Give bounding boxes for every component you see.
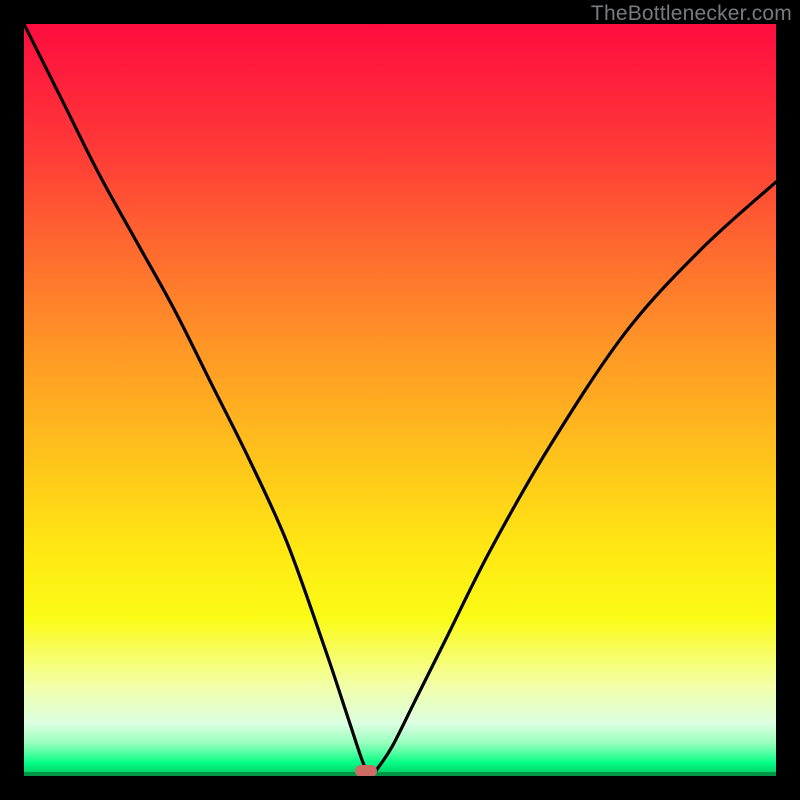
curve-svg bbox=[24, 24, 776, 776]
minimum-marker bbox=[355, 765, 377, 776]
chart-frame: TheBottlenecker.com bbox=[0, 0, 800, 800]
watermark-text: TheBottlenecker.com bbox=[591, 2, 792, 26]
plot-area bbox=[24, 24, 776, 776]
bottleneck-curve-path bbox=[24, 24, 776, 776]
